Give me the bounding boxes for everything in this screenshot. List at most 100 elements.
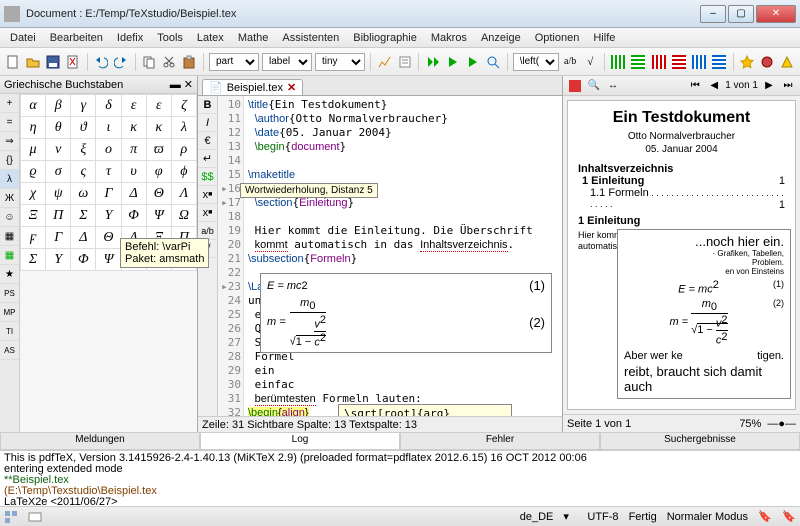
- symbol-cell[interactable]: φ: [146, 161, 171, 183]
- page-first-icon[interactable]: ⏮: [687, 78, 703, 94]
- newline-button[interactable]: ↵: [198, 150, 217, 168]
- sup-button[interactable]: x■: [198, 204, 217, 222]
- menu-bibliographie[interactable]: Bibliographie: [347, 31, 423, 45]
- symbol-cell[interactable]: Ψ: [96, 249, 121, 271]
- menu-hilfe[interactable]: Hilfe: [587, 31, 621, 45]
- undo-button[interactable]: [92, 53, 109, 71]
- frac-button[interactable]: a/b: [562, 53, 579, 71]
- symbol-cell[interactable]: ϖ: [146, 139, 171, 161]
- symbol-cell[interactable]: ϕ: [171, 161, 196, 183]
- lang-icon[interactable]: ▾: [563, 510, 577, 524]
- cat-ps-icon[interactable]: PS: [0, 284, 19, 303]
- copy-button[interactable]: [141, 53, 158, 71]
- symbol-cell[interactable]: Φ: [121, 205, 146, 227]
- symbol-cell[interactable]: Θ: [146, 183, 171, 205]
- sub-button[interactable]: x■: [198, 186, 217, 204]
- menu-latex[interactable]: Latex: [191, 31, 230, 45]
- paste-button[interactable]: [181, 53, 198, 71]
- window-minimize-button[interactable]: –: [700, 5, 726, 23]
- symbol-cell[interactable]: ο: [96, 139, 121, 161]
- tab-close-icon[interactable]: ✕: [287, 81, 296, 94]
- log-icon[interactable]: [396, 53, 413, 71]
- symbol-cell[interactable]: Γ: [96, 183, 121, 205]
- zoom-slider-icon[interactable]: —●—: [767, 418, 796, 430]
- sqrt-button[interactable]: √: [582, 53, 599, 71]
- symbol-cell[interactable]: χ: [21, 183, 46, 205]
- symbol-cell[interactable]: Δ: [71, 227, 96, 249]
- cat-arrow-icon[interactable]: ⇒: [0, 132, 19, 151]
- cat-equal-icon[interactable]: =: [0, 113, 19, 132]
- symbol-cell[interactable]: ρ: [171, 139, 196, 161]
- symbol-cell[interactable]: Γ: [46, 227, 71, 249]
- log-output[interactable]: This is pdfTeX, Version 3.1415926-2.4-1.…: [0, 450, 800, 506]
- editor-tab-active[interactable]: 📄 Beispiel.tex ✕: [202, 79, 303, 95]
- sync-icon[interactable]: ↔: [605, 78, 621, 94]
- left-combo[interactable]: \left(: [513, 53, 559, 71]
- page-last-icon[interactable]: ⏭: [780, 78, 796, 94]
- symbol-cell[interactable]: ζ: [171, 95, 196, 117]
- menu-idefix[interactable]: Idefix: [111, 31, 149, 45]
- symbol-cell[interactable]: ψ: [46, 183, 71, 205]
- symbol-cell[interactable]: ϱ: [21, 161, 46, 183]
- window-maximize-button[interactable]: ▢: [728, 5, 754, 23]
- compile-button[interactable]: [444, 53, 461, 71]
- italic-button[interactable]: I: [198, 114, 217, 132]
- symbol-cell[interactable]: ε: [146, 95, 171, 117]
- cut-button[interactable]: [161, 53, 178, 71]
- redo-button[interactable]: [113, 53, 130, 71]
- symbol-cell[interactable]: Σ: [21, 249, 46, 271]
- symbol-cell[interactable]: Λ: [171, 183, 196, 205]
- preview-page[interactable]: Ein Testdokument Otto Normalverbraucher …: [567, 100, 796, 410]
- window-close-button[interactable]: ✕: [756, 5, 796, 23]
- pdf-icon[interactable]: [567, 78, 583, 94]
- euro-button[interactable]: €: [198, 132, 217, 150]
- view-button[interactable]: [485, 53, 502, 71]
- cat-cyrillic-icon[interactable]: Ж: [0, 189, 19, 208]
- symbol-cell[interactable]: κ: [146, 117, 171, 139]
- page-next-icon[interactable]: ▶: [761, 78, 777, 94]
- symbol-cell[interactable]: Υ: [96, 205, 121, 227]
- matrix4-icon[interactable]: [670, 53, 687, 71]
- symbol-cell[interactable]: ϑ: [71, 117, 96, 139]
- code-editor[interactable]: \title{Ein Testdokument} \author{Otto No…: [244, 96, 562, 416]
- cat-misc2-icon[interactable]: ▦: [0, 246, 19, 265]
- tab-meldungen[interactable]: Meldungen: [0, 433, 200, 450]
- page-prev-icon[interactable]: ◀: [706, 78, 722, 94]
- tab-fehler[interactable]: Fehler: [400, 433, 600, 450]
- bookmark1-icon[interactable]: 🔖: [758, 510, 772, 524]
- symbol-cell[interactable]: υ: [121, 161, 146, 183]
- symbol-cell[interactable]: κ: [121, 117, 146, 139]
- matrix6-icon[interactable]: [710, 53, 727, 71]
- cat-mp-icon[interactable]: MP: [0, 303, 19, 322]
- symbol-cell[interactable]: ς: [71, 161, 96, 183]
- symbol-cell[interactable]: α: [21, 95, 46, 117]
- symbol-cell[interactable]: ε: [121, 95, 146, 117]
- chart-icon[interactable]: [376, 53, 393, 71]
- cat-star-icon[interactable]: ★: [0, 265, 19, 284]
- symbol-cell[interactable]: Ω: [171, 205, 196, 227]
- menu-optionen[interactable]: Optionen: [529, 31, 586, 45]
- cat-ti-icon[interactable]: TI: [0, 322, 19, 341]
- symbol-cell[interactable]: π: [121, 139, 146, 161]
- build-run-button[interactable]: [424, 53, 441, 71]
- menu-bearbeiten[interactable]: Bearbeiten: [44, 31, 109, 45]
- symbol-cell[interactable]: ω: [71, 183, 96, 205]
- symbol-cell[interactable]: γ: [71, 95, 96, 117]
- matrix2-icon[interactable]: [630, 53, 647, 71]
- symbol-cell[interactable]: ι: [96, 117, 121, 139]
- tab-log[interactable]: Log: [200, 433, 400, 450]
- cat-plus-icon[interactable]: +: [0, 94, 19, 113]
- tiny-combo[interactable]: tiny: [315, 53, 365, 71]
- stop-button[interactable]: [464, 53, 481, 71]
- panel-close-icon[interactable]: ▬ ✕: [170, 78, 193, 91]
- symbol-cell[interactable]: Θ: [96, 227, 121, 249]
- symbol-cell[interactable]: μ: [21, 139, 46, 161]
- symbol-cell[interactable]: θ: [46, 117, 71, 139]
- symbol-cell[interactable]: Π: [46, 205, 71, 227]
- cat-misc1-icon[interactable]: ▦: [0, 227, 19, 246]
- magnify-icon[interactable]: 🔍: [586, 78, 602, 94]
- menu-datei[interactable]: Datei: [4, 31, 42, 45]
- symbol-cell[interactable]: τ: [96, 161, 121, 183]
- bookmark2-icon[interactable]: 🔖: [782, 510, 796, 524]
- label-combo[interactable]: label: [262, 53, 312, 71]
